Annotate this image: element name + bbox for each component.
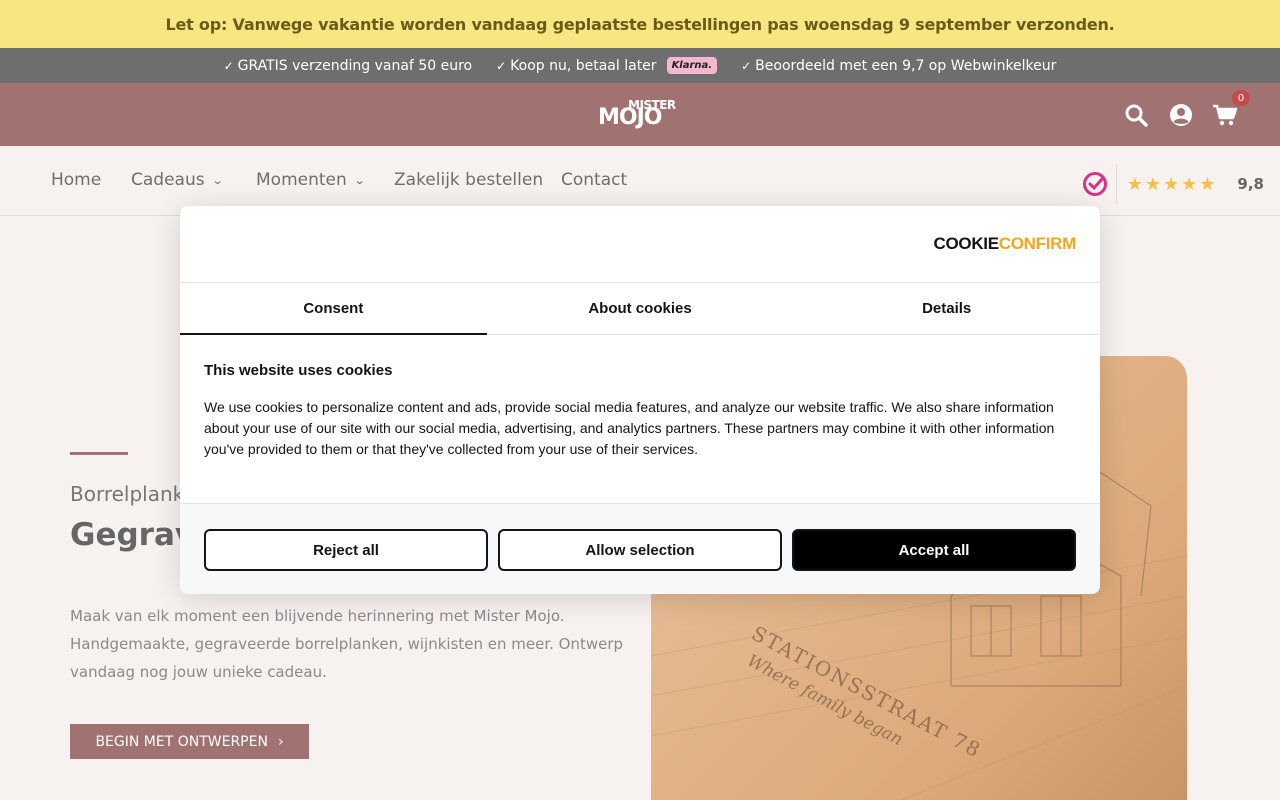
cookie-tabs: Consent About cookies Details — [180, 283, 1100, 335]
reject-all-button[interactable]: Reject all — [204, 529, 488, 571]
announcement-bar: Let op: Vanwege vakantie worden vandaag … — [0, 0, 1280, 48]
cookie-description: We use cookies to personalize content an… — [204, 399, 1055, 457]
chevron-down-icon: ⌄ — [353, 173, 366, 187]
usp-item-shipping: ✓ GRATIS verzending vanaf 50 euro — [223, 57, 473, 74]
hero-subtitle: Borrelplank — [70, 482, 185, 506]
klarna-badge: Klarna. — [666, 57, 718, 74]
check-icon: ✓ — [223, 58, 234, 73]
site-logo[interactable]: MISTER MOJO — [598, 99, 676, 131]
tab-details[interactable]: Details — [793, 283, 1100, 334]
rating-stars: ★★★★★ — [1126, 173, 1218, 195]
cart-icon[interactable] — [1212, 103, 1238, 127]
cookieconfirm-logo: COOKIECONFIRM — [933, 234, 1077, 253]
cookie-title: This website uses cookies — [204, 362, 393, 379]
search-icon[interactable] — [1124, 103, 1148, 127]
account-icon[interactable] — [1169, 103, 1193, 127]
hero-accent-line — [70, 452, 128, 455]
check-icon: ✓ — [496, 58, 507, 73]
tab-about-cookies[interactable]: About cookies — [487, 283, 794, 334]
nav-item-cadeaus[interactable]: Cadeaus ⌄ — [131, 170, 224, 190]
begin-designing-button[interactable]: BEGIN MET ONTWERPEN › — [70, 724, 309, 759]
nav-item-zakelijk[interactable]: Zakelijk bestellen — [394, 170, 543, 190]
usp-item-klarna: ✓ Koop nu, betaal later Klarna. — [496, 57, 718, 74]
accept-all-button[interactable]: Accept all — [792, 529, 1076, 571]
nav-item-home[interactable]: Home — [51, 170, 101, 190]
nav-item-momenten[interactable]: Momenten ⌄ — [256, 170, 366, 190]
webwinkelkeur-rating[interactable]: ★★★★★ 9,8 — [1082, 164, 1264, 204]
rating-score: 9,8 — [1237, 175, 1264, 193]
nav-item-contact[interactable]: Contact — [561, 170, 627, 190]
allow-selection-button[interactable]: Allow selection — [498, 529, 782, 571]
hero-text: Maak van elk moment een blijvende herinn… — [70, 607, 624, 681]
site-header: MISTER MOJO 0 — [0, 83, 1280, 146]
chevron-right-icon: › — [277, 733, 284, 750]
usp-item-rating: ✓ Beoordeeld met een 9,7 op Webwinkelkeu… — [741, 57, 1057, 74]
usp-bar: ✓ GRATIS verzending vanaf 50 euro ✓ Koop… — [0, 48, 1280, 83]
cart-count-badge: 0 — [1232, 90, 1250, 106]
cookie-dialog-header: COOKIECONFIRM — [180, 206, 1100, 283]
announcement-text: Let op: Vanwege vakantie worden vandaag … — [165, 14, 1115, 34]
webwinkelkeur-icon — [1082, 172, 1107, 196]
divider — [1115, 164, 1117, 204]
cookie-actions: Reject all Allow selection Accept all — [180, 503, 1100, 594]
check-icon: ✓ — [741, 58, 752, 73]
chevron-down-icon: ⌄ — [211, 173, 224, 187]
cookie-consent-dialog: COOKIECONFIRM Consent About cookies Deta… — [180, 206, 1100, 594]
tab-consent[interactable]: Consent — [180, 283, 487, 335]
